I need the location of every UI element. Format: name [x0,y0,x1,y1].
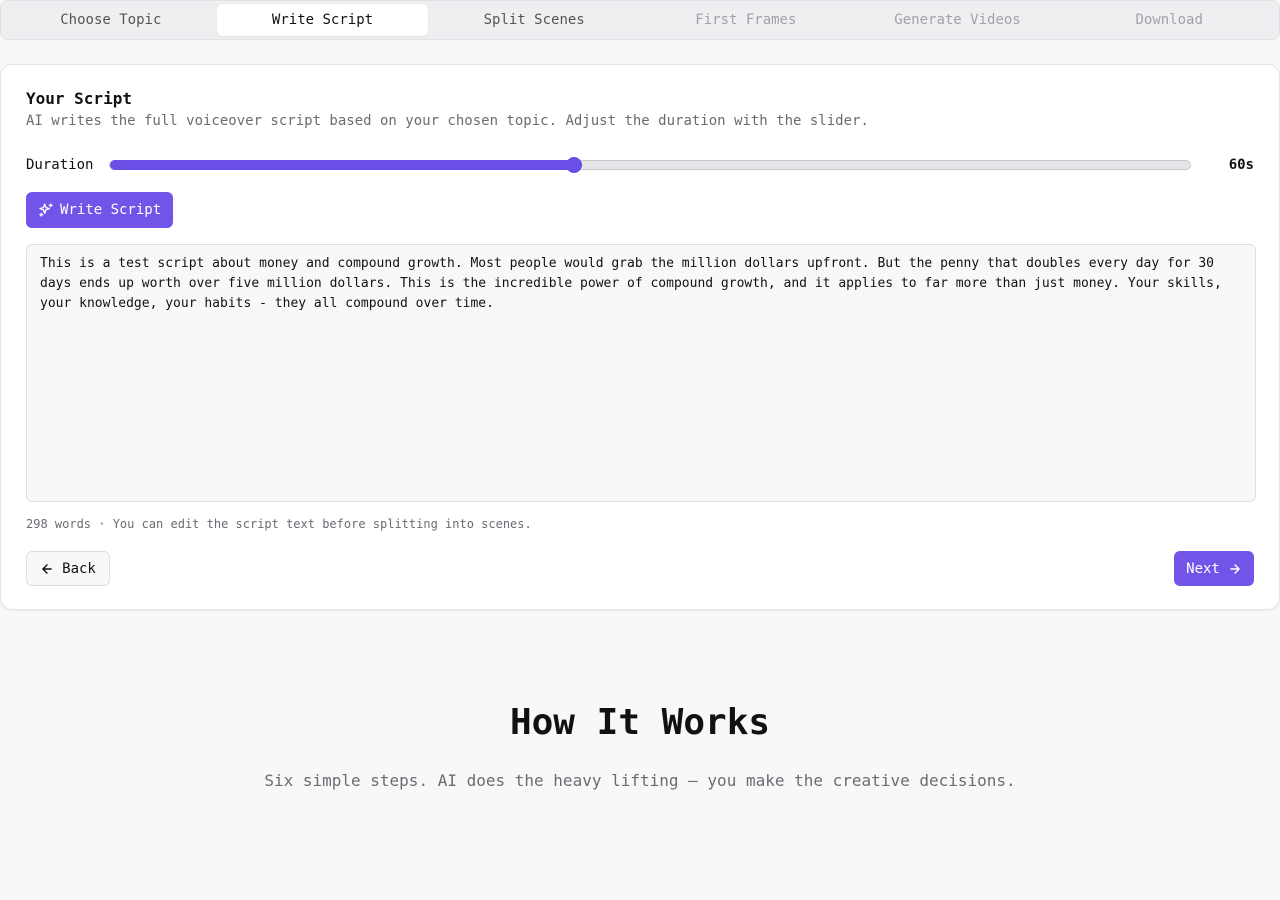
how-it-works-subtitle: Six simple steps. AI does the heavy lift… [264,771,1016,790]
duration-slider[interactable] [109,157,1191,173]
script-card: Your Script AI writes the full voiceover… [0,64,1280,610]
tab-generate-videos: Generate Videos [894,12,1021,28]
arrow-left-icon [42,563,52,574]
back-label: Back [62,560,96,577]
duration-value: 60s [1228,157,1254,173]
word-count-info: 298 words · You can edit the script text… [26,517,532,531]
tab-first-frames: First Frames [695,12,797,28]
tab-download: Download [1135,12,1203,28]
how-it-works-title: How It Works [509,702,771,743]
tab-choose-topic[interactable]: Choose Topic [5,4,217,36]
sparkles-icon [39,203,53,217]
next-label: Next [1186,560,1220,577]
slider-thumb[interactable] [566,157,583,173]
write-script-button[interactable]: Write Script [26,192,174,228]
tab-split-scenes[interactable]: Split Scenes [428,4,640,36]
arrow-right-icon [1230,563,1240,574]
write-script-label: Write Script [60,202,162,218]
script-textarea[interactable]: This is a test script about money and co… [26,244,1256,502]
next-button[interactable]: Next [1174,551,1254,586]
card-title: Your Script [26,89,132,108]
back-button[interactable]: Back [26,551,110,586]
card-description: AI writes the full voiceover script base… [26,113,869,129]
slider-fill [110,160,575,170]
step-tabs: Choose Topic Write Script Split Scenes F… [0,0,1280,40]
tab-write-script[interactable]: Write Script [216,4,429,36]
duration-label: Duration [26,157,94,173]
